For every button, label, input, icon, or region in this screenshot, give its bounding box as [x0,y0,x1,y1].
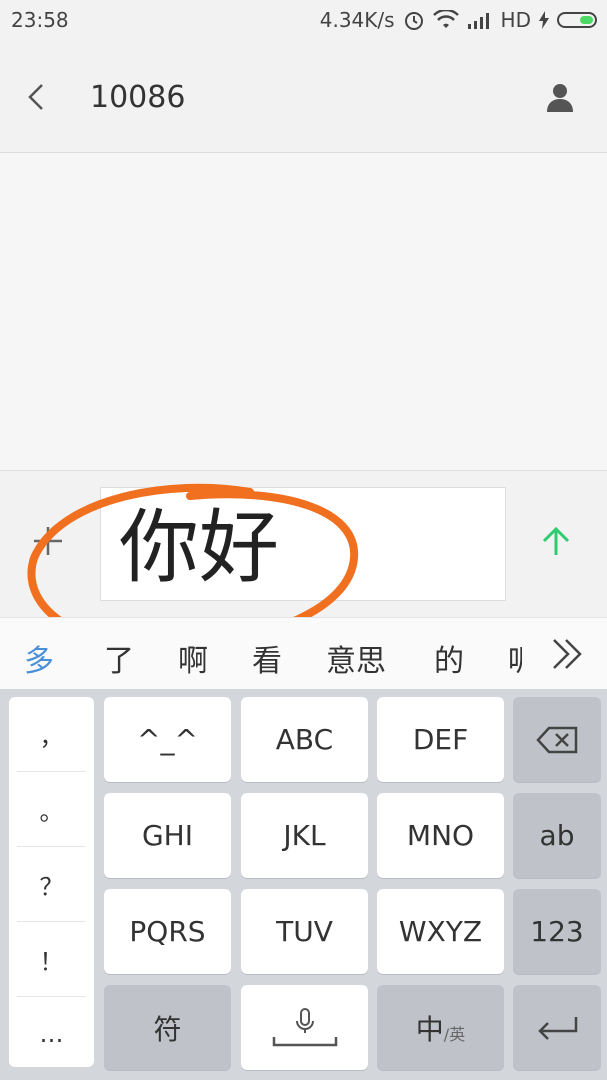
key-abc[interactable]: ABC [241,697,368,782]
backspace-icon [536,726,578,753]
punctuation-key[interactable]: ？ [17,847,86,922]
lang-sub-label: /英 [443,1024,466,1044]
key-ghi[interactable]: GHI [104,793,231,878]
message-text: 你好 [119,501,279,594]
message-input[interactable]: 你好 [100,487,506,601]
alarm-icon [404,12,423,30]
key-wxyz[interactable]: WXYZ [377,889,504,974]
charging-icon [539,11,549,29]
space-microphone-icon [272,1007,337,1046]
wifi-icon [432,10,459,28]
backspace-button[interactable] [513,697,601,782]
number-mode-button[interactable]: 123 [513,889,601,974]
candidate-item[interactable]: 了 [104,636,134,680]
battery-icon [557,12,597,28]
add-attachment-icon[interactable] [28,521,68,561]
conversation-title: 10086 [90,80,186,115]
expand-candidates-button[interactable] [522,618,607,690]
lang-main-label: 中 [415,1012,444,1046]
message-thread [0,153,607,469]
language-switch-key[interactable]: 中 /英 [377,985,504,1070]
candidate-item[interactable]: 的 [434,636,464,680]
punctuation-key[interactable]: … [17,997,86,1071]
candidate-item[interactable]: 啊 [178,636,208,680]
network-type: HD [500,8,531,32]
key-pqrs[interactable]: PQRS [104,889,231,974]
symbol-key[interactable]: 符 [104,985,231,1070]
key-emoticon[interactable]: ^_^ [104,697,231,782]
alphabet-mode-button[interactable]: ab [513,793,601,878]
punctuation-key[interactable]: 。 [17,772,86,847]
key-tuv[interactable]: TUV [241,889,368,974]
status-time: 23:58 [11,8,69,32]
candidate-item[interactable]: 看 [252,636,282,680]
key-def[interactable]: DEF [377,697,504,782]
composer-bar: 你好 [0,470,607,617]
punctuation-key[interactable]: ， [17,697,86,772]
back-arrow-icon[interactable] [22,82,52,112]
t9-keyboard: ， 。 ？ ！ … ^_^ ABC DEF GHI JKL MNO ab PQR… [0,689,607,1080]
signal-icon [467,13,489,29]
candidate-item[interactable]: 多 [24,636,54,680]
key-jkl[interactable]: JKL [241,793,368,878]
punctuation-key[interactable]: ！ [17,922,86,997]
enter-button[interactable] [513,985,601,1070]
key-mno[interactable]: MNO [377,793,504,878]
conversation-header: 10086 [0,42,607,153]
punctuation-column: ， 。 ？ ！ … [9,697,94,1067]
contact-icon[interactable] [545,82,575,114]
candidate-bar: 多 了 啊 看 意思 的 呢 [0,617,607,690]
space-key[interactable] [241,985,368,1070]
double-chevron-right-icon [553,639,582,669]
enter-icon [538,1016,578,1040]
network-speed: 4.34K/s [319,8,395,32]
candidate-item[interactable]: 意思 [326,636,386,680]
send-arrow-icon[interactable] [536,521,576,561]
status-bar: 23:58 4.34K/s HD [0,0,607,42]
